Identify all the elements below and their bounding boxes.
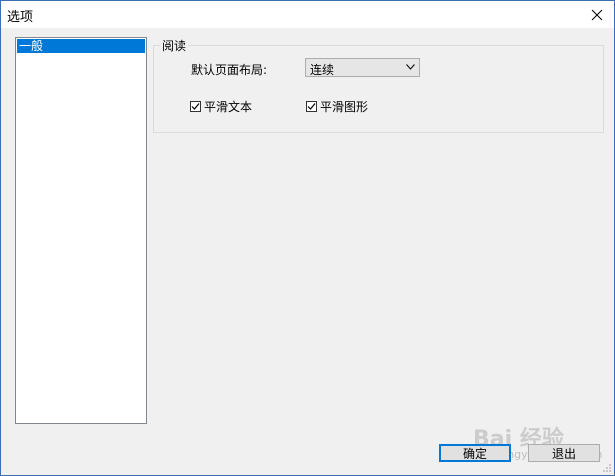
ok-button[interactable]: 确定 bbox=[439, 444, 511, 462]
default-layout-label: 默认页面布局: bbox=[191, 63, 268, 77]
resize-grip-icon[interactable] bbox=[602, 463, 612, 473]
title-bar: 选项 bbox=[1, 1, 614, 28]
category-item-label: 一般 bbox=[19, 39, 44, 53]
category-item-general[interactable]: 一般 bbox=[17, 39, 145, 53]
checkmark-icon bbox=[191, 103, 200, 110]
smooth-text-checkbox-box[interactable] bbox=[190, 101, 201, 112]
options-dialog: 选项 一般 阅读 默认页面布局: 连续 平滑文本 平滑图形 Bai 经验 确定 … bbox=[0, 0, 615, 476]
smooth-graphics-checkbox[interactable]: 平滑图形 bbox=[306, 98, 368, 115]
category-list[interactable]: 一般 bbox=[15, 37, 147, 424]
default-layout-select[interactable]: 连续 bbox=[305, 58, 420, 77]
smooth-text-label: 平滑文本 bbox=[204, 100, 253, 114]
exit-button-label: 退出 bbox=[551, 446, 576, 461]
chevron-down-icon bbox=[406, 64, 415, 70]
checkmark-icon bbox=[307, 103, 316, 110]
smooth-text-checkbox[interactable]: 平滑文本 bbox=[190, 98, 252, 115]
smooth-graphics-label: 平滑图形 bbox=[320, 100, 369, 114]
close-button[interactable] bbox=[580, 1, 614, 28]
ok-button-label: 确定 bbox=[462, 446, 487, 461]
close-icon bbox=[591, 9, 603, 20]
smooth-graphics-checkbox-box[interactable] bbox=[306, 101, 317, 112]
reading-group-title: 阅读 bbox=[160, 37, 189, 54]
window-title: 选项 bbox=[7, 10, 34, 25]
default-layout-value: 连续 bbox=[310, 63, 335, 77]
exit-button[interactable]: 退出 bbox=[528, 444, 600, 462]
